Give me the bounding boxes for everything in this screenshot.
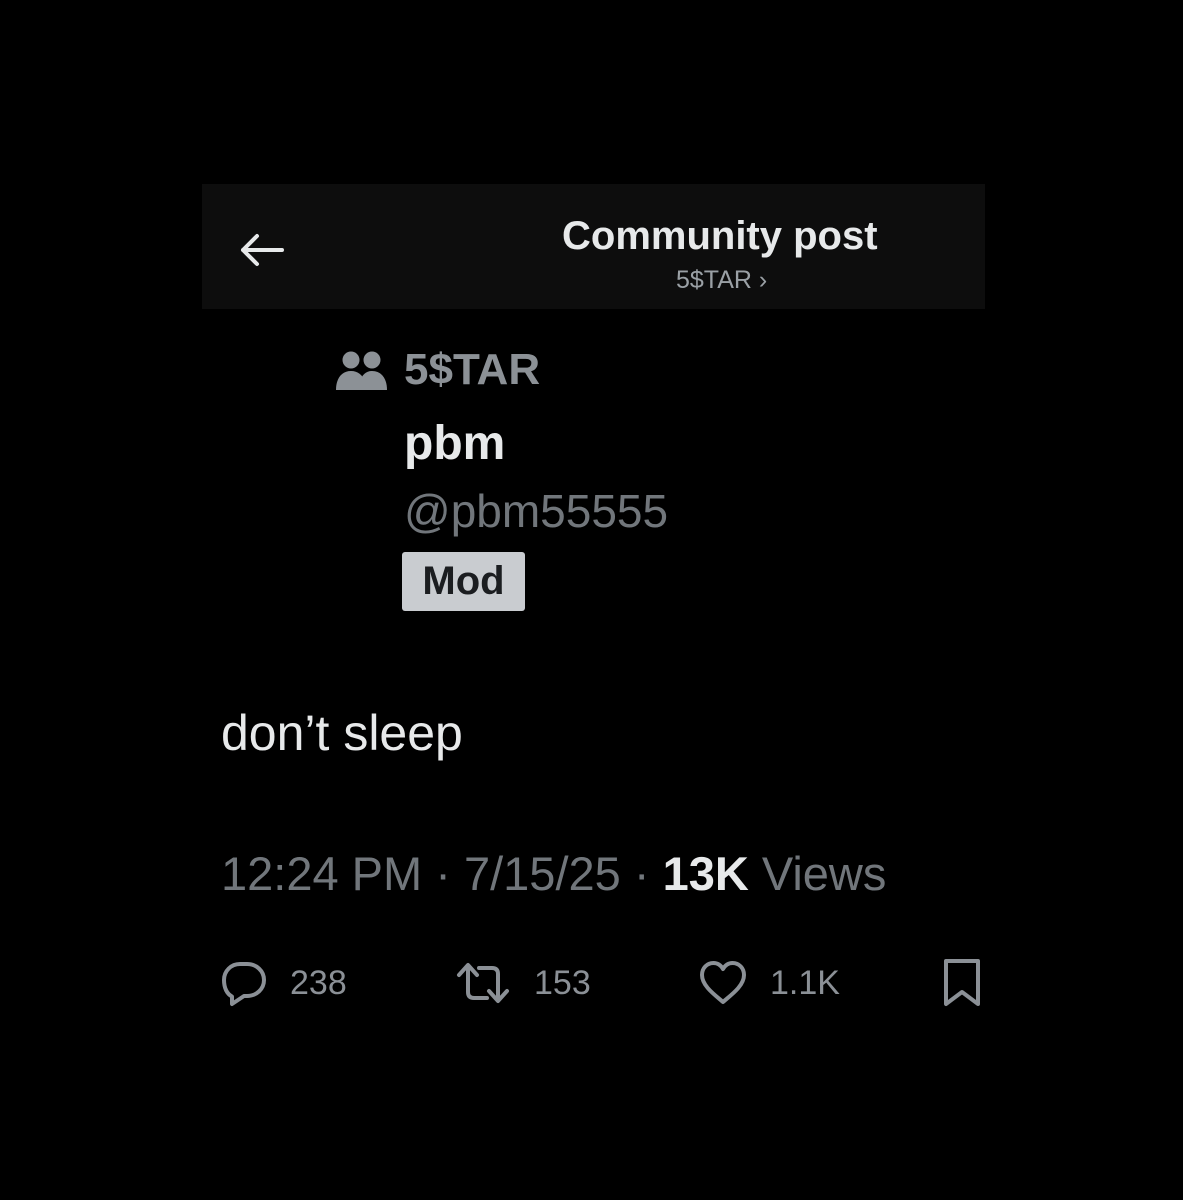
arrow-left-icon (241, 234, 284, 266)
back-button[interactable] (236, 230, 286, 270)
reply-button[interactable]: 238 (220, 950, 347, 1016)
post-time[interactable]: 12:24 PM (221, 847, 422, 900)
community-name: 5$TAR (404, 345, 541, 394)
author-handle[interactable]: @pbm55555 (404, 484, 668, 538)
views-label: Views (748, 847, 887, 900)
bookmark-icon (944, 959, 980, 1006)
post-date[interactable]: 7/15/25 (464, 847, 621, 900)
like-count: 1.1K (770, 963, 840, 1002)
bookmark-button[interactable] (940, 950, 984, 1016)
reply-count: 238 (290, 963, 347, 1002)
post-metadata: 12:24 PM · 7/15/25 · 13K Views (221, 846, 886, 901)
repost-button[interactable]: 153 (454, 950, 591, 1016)
meta-separator: · (422, 847, 464, 900)
views-count: 13K (662, 847, 749, 900)
community-link[interactable]: 5$TAR › (676, 266, 767, 295)
page-title: Community post (562, 214, 878, 258)
meta-separator: · (620, 847, 663, 900)
repost-count: 153 (534, 963, 591, 1002)
reply-icon (222, 962, 266, 1006)
heart-icon (700, 961, 746, 1004)
like-button[interactable]: 1.1K (698, 950, 840, 1016)
action-bar: 238 153 1.1K (220, 950, 990, 1016)
author-display-name[interactable]: pbm (404, 416, 505, 471)
community-context[interactable]: 5$TAR (334, 344, 540, 396)
post-text: don’t sleep (221, 705, 463, 761)
mod-badge: Mod (402, 552, 525, 611)
top-header: Community post 5$TAR › (202, 184, 985, 309)
repost-icon (457, 963, 509, 1003)
people-icon (334, 348, 390, 392)
